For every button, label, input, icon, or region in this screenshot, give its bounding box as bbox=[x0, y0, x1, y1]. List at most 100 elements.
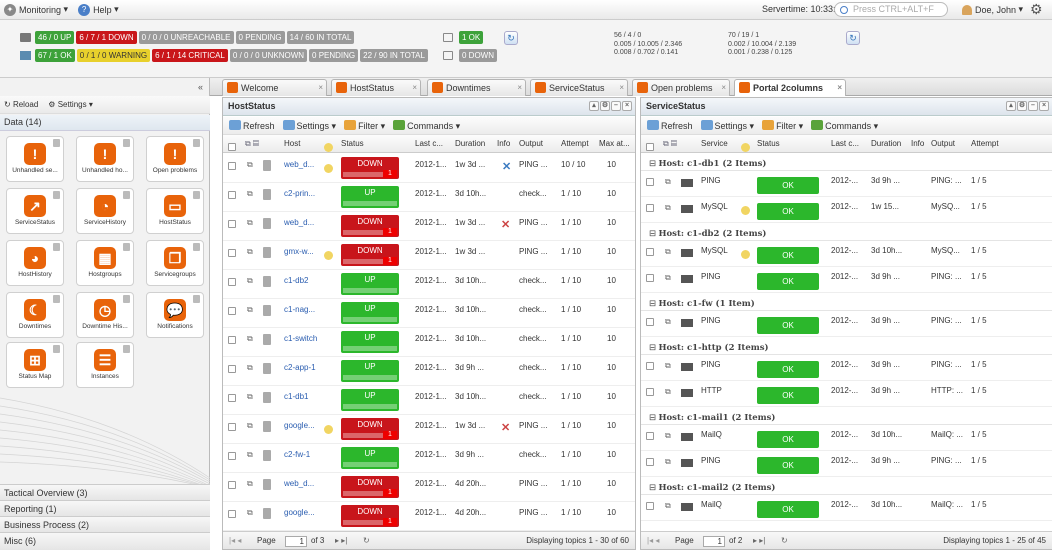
column-max-attempt[interactable]: Max at... bbox=[599, 139, 630, 148]
row-checkbox[interactable] bbox=[228, 307, 236, 317]
trash-icon[interactable] bbox=[193, 191, 200, 199]
column-duration[interactable]: Duration bbox=[871, 139, 901, 148]
tile-service-history[interactable]: ◔ ServiceHistory bbox=[76, 188, 134, 234]
tile-status-map[interactable]: ⊞ Status Map bbox=[6, 342, 64, 388]
status-indicator[interactable]: OK bbox=[757, 177, 819, 194]
row-checkbox[interactable] bbox=[646, 502, 654, 512]
table-row[interactable]: ⧉ google... DOWN 1 2012-1... 1w 3d ... ✕ PING .… bbox=[223, 415, 635, 444]
host-name-link[interactable]: google... bbox=[284, 508, 315, 517]
table-row[interactable]: ⧉ PING OK 2012-... 3d 9h ... PING: ... 1 / 5 bbox=[641, 356, 1052, 381]
trash-icon[interactable] bbox=[193, 295, 200, 303]
table-row[interactable]: ⧉ MySQL OK 2012-... 1w 15... MySQ... 1 / 5 bbox=[641, 198, 1052, 223]
status-indicator[interactable]: OK bbox=[757, 317, 819, 334]
service-name[interactable]: PING bbox=[701, 316, 721, 325]
external-link-icon[interactable]: ⧉ bbox=[247, 392, 253, 402]
row-checkbox[interactable] bbox=[228, 365, 236, 375]
row-checkbox[interactable] bbox=[646, 362, 654, 372]
service-name[interactable]: MySQL bbox=[701, 246, 728, 255]
refresh-button[interactable]: Refresh bbox=[229, 120, 275, 131]
row-checkbox[interactable] bbox=[646, 204, 654, 214]
table-row[interactable]: ⧉ c2-prin... UP 2012-1... 3d 10h... check... 1… bbox=[223, 183, 635, 212]
hosts-up-badge[interactable]: 46 / 0 UP bbox=[35, 31, 75, 44]
status-indicator[interactable]: DOWN 1 bbox=[341, 244, 399, 266]
row-checkbox[interactable] bbox=[646, 318, 654, 328]
group-header[interactable]: ⊟ Host: c1-db1 (2 Items) bbox=[641, 154, 1052, 171]
service-name[interactable]: PING bbox=[701, 456, 721, 465]
row-checkbox[interactable] bbox=[646, 248, 654, 258]
external-link-icon[interactable]: ⧉ bbox=[247, 160, 253, 170]
column-duration[interactable]: Duration bbox=[455, 139, 485, 148]
host-name-link[interactable]: web_d... bbox=[284, 218, 314, 227]
services-warning-badge[interactable]: 0 / 1 / 0 WARNING bbox=[76, 49, 151, 62]
tile-notifications[interactable]: 💬 Notifications bbox=[146, 292, 204, 338]
table-row[interactable]: ⧉ c2-app-1 UP 2012-1... 3d 9h ... check... 1 /… bbox=[223, 357, 635, 386]
host-name-link[interactable]: c2-fw-1 bbox=[284, 450, 310, 459]
close-icon[interactable]: × bbox=[622, 101, 632, 111]
tile-service-status[interactable]: ↗ ServiceStatus bbox=[6, 188, 64, 234]
status-indicator[interactable]: OK bbox=[757, 387, 819, 404]
host-name-link[interactable]: c1-db1 bbox=[284, 392, 308, 401]
status-indicator[interactable]: UP bbox=[341, 389, 399, 411]
page-input[interactable]: 1 bbox=[285, 536, 307, 547]
close-icon[interactable]: × bbox=[318, 83, 323, 92]
column-attempt[interactable]: Attempt bbox=[561, 139, 589, 148]
group-header[interactable]: ⊟ Host: c1-mail2 (2 Items) bbox=[641, 478, 1052, 495]
status-indicator[interactable]: UP bbox=[341, 360, 399, 382]
trash-icon[interactable] bbox=[123, 295, 130, 303]
close-icon[interactable]: × bbox=[1039, 101, 1049, 111]
external-link-icon[interactable]: ⧉ bbox=[247, 450, 253, 460]
first-page-icon[interactable]: |◂ ◂ bbox=[229, 536, 241, 545]
row-checkbox[interactable] bbox=[228, 336, 236, 346]
row-checkbox[interactable] bbox=[228, 249, 236, 259]
status-indicator[interactable]: OK bbox=[757, 457, 819, 474]
hosts-unreachable-badge[interactable]: 0 / 0 / 0 UNREACHABLE bbox=[138, 31, 234, 44]
comment-icon[interactable] bbox=[741, 250, 750, 261]
close-icon[interactable]: × bbox=[837, 83, 842, 92]
filter-button[interactable]: Filter ▾ bbox=[344, 119, 385, 132]
perf-refresh-button[interactable]: ↻ bbox=[846, 31, 860, 45]
table-row[interactable]: ⧉ google... DOWN 1 2012-1... 4d 20h... PING ..… bbox=[223, 502, 635, 531]
service-name[interactable]: PING bbox=[701, 176, 721, 185]
external-link-icon[interactable]: ⧉ bbox=[665, 203, 671, 213]
monitoring-menu[interactable]: ✦ Monitoring ▾ bbox=[4, 3, 68, 16]
toggle-icon[interactable]: ▴ bbox=[1006, 101, 1016, 111]
external-link-icon[interactable]: ⧉ bbox=[247, 218, 253, 228]
status-indicator[interactable]: OK bbox=[757, 273, 819, 290]
data-section-header[interactable]: Data (14) bbox=[0, 115, 210, 131]
services-pending-badge[interactable]: 0 PENDING bbox=[309, 49, 359, 62]
status-indicator[interactable]: OK bbox=[757, 501, 819, 518]
external-link-icon[interactable]: ⧉ bbox=[247, 508, 253, 518]
external-link-icon[interactable]: ⧉ bbox=[247, 479, 253, 489]
summary-ok-badge[interactable]: 1 OK bbox=[459, 31, 484, 44]
table-row[interactable]: ⧉ MySQL OK 2012-... 3d 10h... MySQ... 1 / 5 bbox=[641, 242, 1052, 267]
status-indicator[interactable]: UP bbox=[341, 447, 399, 469]
status-indicator[interactable]: DOWN 1 bbox=[341, 215, 399, 237]
commands-button[interactable]: Commands ▾ bbox=[811, 119, 878, 132]
group-header[interactable]: ⊟ Host: c1-http (2 Items) bbox=[641, 338, 1052, 355]
row-checkbox[interactable] bbox=[646, 178, 654, 188]
trash-icon[interactable] bbox=[53, 295, 60, 303]
status-indicator[interactable]: UP bbox=[341, 331, 399, 353]
commands-button[interactable]: Commands ▾ bbox=[393, 119, 460, 132]
table-row[interactable]: ⧉ PING OK 2012-... 3d 9h ... PING: ... 1 / 5 bbox=[641, 172, 1052, 197]
section-business-process[interactable]: Business Process (2) bbox=[0, 516, 210, 532]
trash-icon[interactable] bbox=[53, 191, 60, 199]
table-row[interactable]: ⧉ c1-switch UP 2012-1... 3d 10h... check... 1 … bbox=[223, 328, 635, 357]
status-indicator[interactable]: OK bbox=[757, 431, 819, 448]
column-status[interactable]: Status bbox=[757, 139, 780, 148]
row-checkbox[interactable] bbox=[228, 191, 236, 201]
table-row[interactable]: ⧉ web_d... DOWN 1 2012-1... 1w 3d ... ✕ PING ..… bbox=[223, 212, 635, 241]
table-row[interactable]: ⧉ HTTP OK 2012-... 3d 9h ... HTTP: ... 1 / 5 bbox=[641, 382, 1052, 407]
close-icon[interactable]: × bbox=[721, 83, 726, 92]
close-icon[interactable]: × bbox=[517, 83, 522, 92]
page-input[interactable]: 1 bbox=[703, 536, 725, 547]
service-name[interactable]: MySQL bbox=[701, 202, 728, 211]
toggle-icon[interactable]: ▴ bbox=[589, 101, 599, 111]
trash-icon[interactable] bbox=[53, 139, 60, 147]
tile-open-problems[interactable]: ! Open problems bbox=[146, 136, 204, 182]
filter-button[interactable]: Filter ▾ bbox=[762, 119, 803, 132]
host-name-link[interactable]: c2-prin... bbox=[284, 189, 315, 198]
group-header[interactable]: ⊟ Host: c1-fw (1 Item) bbox=[641, 294, 1052, 311]
external-link-icon[interactable]: ⧉ bbox=[665, 457, 671, 467]
minimize-icon[interactable]: – bbox=[1028, 101, 1038, 111]
